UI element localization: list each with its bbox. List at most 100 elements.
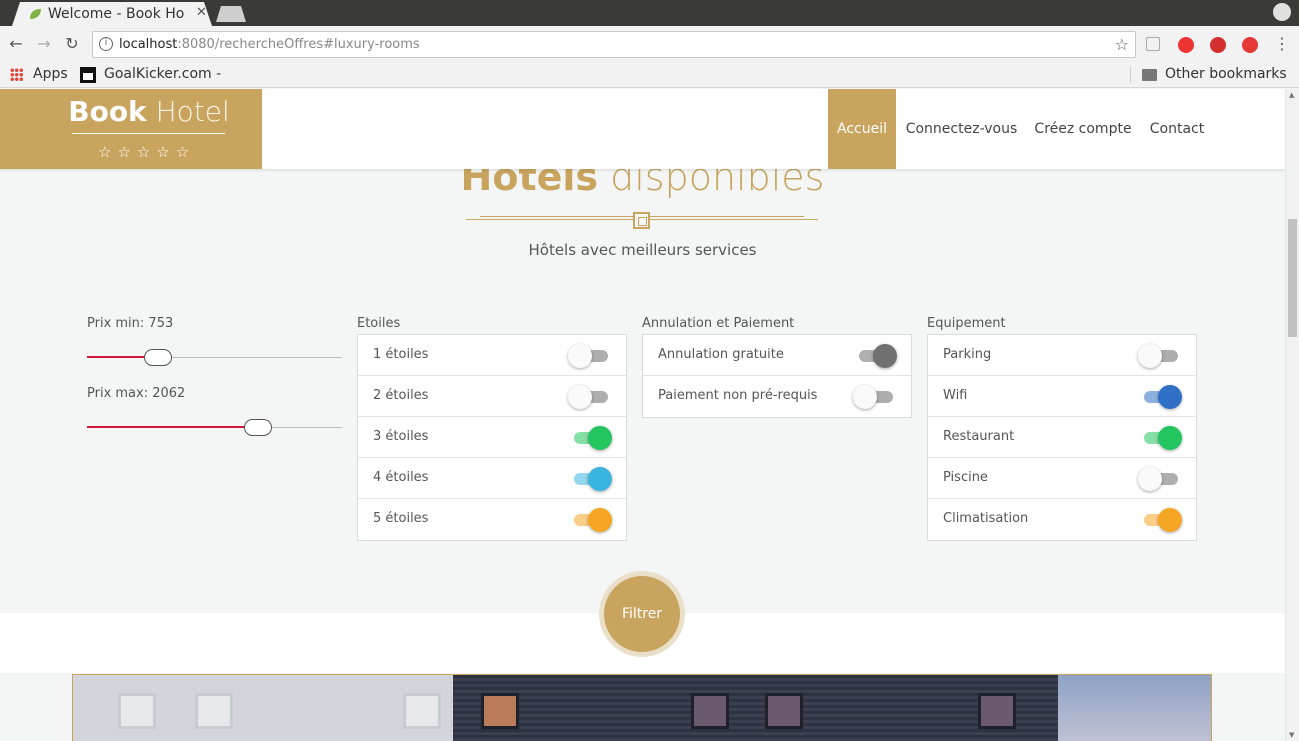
toggle-switch[interactable] [1138,344,1182,368]
row-label: 3 étoiles [373,429,429,444]
scroll-down-icon[interactable]: ▼ [1289,731,1294,739]
browser-toolbar: ← → ↻ i localhost:8080/rechercheOffres#l… [0,26,1299,62]
tab-title: Welcome - Book Ho [48,6,185,22]
filter-row-climatisation[interactable]: Climatisation [928,499,1196,540]
star-icon[interactable]: ☆ [1115,35,1129,54]
url-text: localhost:8080/rechercheOffres#luxury-ro… [119,37,420,52]
filter-button-ring: Filtrer [599,571,685,657]
browser-tabstrip: Welcome - Book Ho ✕ [0,0,1299,26]
annulation-label: Annulation et Paiement [642,316,795,331]
hotel-window [403,693,441,729]
extension-shield-icon[interactable] [1178,37,1194,53]
filter-row-restaurant[interactable]: Restaurant [928,417,1196,458]
toggle-switch[interactable] [853,344,897,368]
logo-text: Book Hotel [68,95,230,128]
nav-accueil[interactable]: Accueil [828,89,896,169]
title-divider-ornament [633,212,650,229]
bookmark-separator [1130,67,1131,83]
leaf-icon [30,9,41,19]
adblock-icon[interactable] [1210,37,1226,53]
filter-row-1-etoiles[interactable]: 1 étoiles [358,335,626,376]
hotel-window [481,693,519,729]
annulation-group: Annulation gratuite Paiement non pré-req… [642,334,912,418]
hotel-window [691,693,729,729]
browser-tab[interactable]: Welcome - Book Ho ✕ [12,2,212,26]
hotel-window [118,693,156,729]
folder-icon [1142,69,1157,81]
bookmark-apps[interactable]: Apps [33,66,68,82]
scrollbar-thumb[interactable] [1288,219,1297,337]
new-tab-button[interactable] [216,6,246,22]
reader-icon[interactable] [1146,37,1160,51]
price-min-handle[interactable] [144,349,173,366]
extension-icon[interactable] [1242,37,1258,53]
row-label: Climatisation [943,511,1029,526]
row-label: 2 étoiles [373,388,429,403]
forward-icon[interactable]: → [34,34,54,54]
other-bookmarks[interactable]: Other bookmarks [1165,66,1287,82]
etoiles-label: Etoiles [357,316,401,331]
toggle-switch[interactable] [1138,426,1182,450]
toggle-switch[interactable] [568,467,612,491]
row-label: 4 étoiles [373,470,429,485]
toggle-switch[interactable] [1138,385,1182,409]
scroll-up-icon[interactable]: ▲ [1289,91,1294,99]
toggle-switch[interactable] [568,344,612,368]
price-max-label: Prix max: 2062 [87,386,186,401]
site-logo[interactable]: Book Hotel ☆☆☆☆☆ [0,89,262,169]
row-label: Restaurant [943,429,1015,444]
toggle-switch[interactable] [1138,467,1182,491]
apps-icon[interactable] [10,68,23,81]
etoiles-group: 1 étoiles 2 étoiles 3 étoiles 4 étoiles … [357,334,627,541]
filter-button[interactable]: Filtrer [604,576,680,652]
filter-row-2-etoiles[interactable]: 2 étoiles [358,376,626,417]
menu-icon[interactable]: ⋮ [1272,34,1292,54]
nav-connectez-vous[interactable]: Connectez-vous [900,89,1023,169]
reload-icon[interactable]: ↻ [62,34,82,54]
price-max-slider[interactable] [87,415,342,441]
row-label: Paiement non pré-requis [658,388,818,403]
close-icon[interactable]: ✕ [196,5,207,20]
toggle-switch[interactable] [568,508,612,532]
toggle-switch[interactable] [853,385,897,409]
profile-icon[interactable] [1273,3,1291,21]
equipement-group: Parking Wifi Restaurant Piscine Climatis… [927,334,1197,541]
price-min-label: Prix min: 753 [87,316,174,331]
row-label: 5 étoiles [373,511,429,526]
back-icon[interactable]: ← [6,34,26,54]
hotel-sky [1058,675,1211,741]
filter-row-5-etoiles[interactable]: 5 étoiles [358,499,626,540]
filter-row-4-etoiles[interactable]: 4 étoiles [358,458,626,499]
price-min-slider[interactable] [87,345,342,371]
row-label: Annulation gratuite [658,347,784,362]
row-label: Parking [943,347,992,362]
site-header: Book Hotel ☆☆☆☆☆ Accueil Connectez-vous … [0,89,1285,169]
toggle-switch[interactable] [1138,508,1182,532]
filter-row-parking[interactable]: Parking [928,335,1196,376]
filter-row-paiement[interactable]: Paiement non pré-requis [643,376,911,417]
nav-contact[interactable]: Contact [1144,89,1210,169]
bookmarks-bar: Apps GoalKicker.com - Other bookmarks [0,62,1299,88]
filter-row-annulation-gratuite[interactable]: Annulation gratuite [643,335,911,376]
filter-row-3-etoiles[interactable]: 3 étoiles [358,417,626,458]
equipement-label: Equipement [927,316,1006,331]
filter-row-wifi[interactable]: Wifi [928,376,1196,417]
info-icon[interactable]: i [99,37,113,51]
slider-fill [87,426,258,428]
hotel-window [765,693,803,729]
goalkicker-icon [80,67,96,83]
toggle-switch[interactable] [568,426,612,450]
row-label: 1 étoiles [373,347,429,362]
hotel-facade [453,675,1058,741]
toggle-switch[interactable] [568,385,612,409]
row-label: Piscine [943,470,988,485]
address-bar[interactable]: i localhost:8080/rechercheOffres#luxury-… [92,31,1136,58]
row-label: Wifi [943,388,968,403]
page-content: Book Hotel ☆☆☆☆☆ Accueil Connectez-vous … [0,89,1285,741]
bookmark-goalkicker[interactable]: GoalKicker.com - [104,66,221,82]
page-scrollbar[interactable]: ▲ ▼ [1285,89,1299,741]
filter-row-piscine[interactable]: Piscine [928,458,1196,499]
nav-creez-compte[interactable]: Créez compte [1028,89,1138,169]
price-max-handle[interactable] [243,419,272,436]
hotel-window [195,693,233,729]
